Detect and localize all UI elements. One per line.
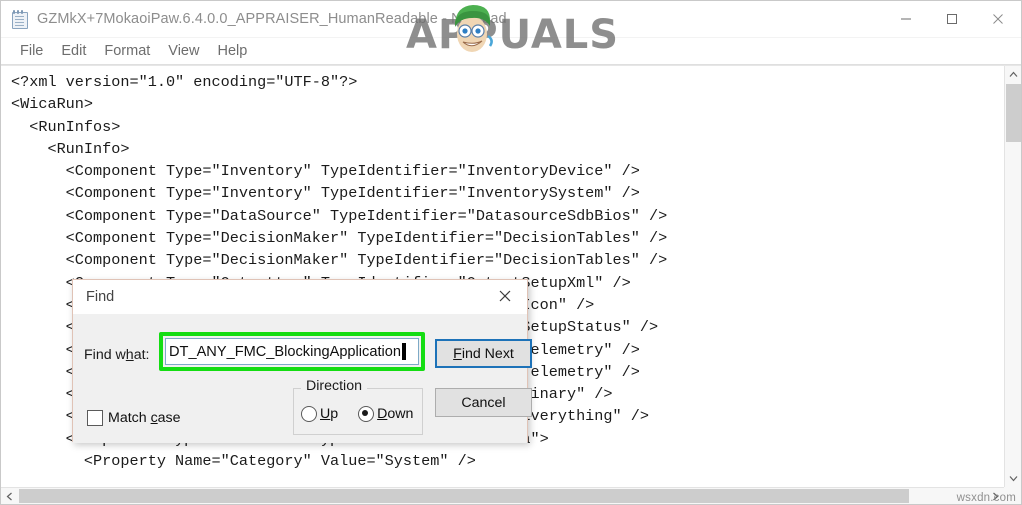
maximize-icon <box>947 14 957 24</box>
find-what-label: Find what: <box>84 347 150 363</box>
vertical-scroll-thumb[interactable] <box>1006 84 1021 142</box>
scroll-down-button[interactable] <box>1005 470 1021 487</box>
window-title: GZMkX+7MokaoiPaw.6.4.0.0_APPRAISER_Human… <box>37 11 507 27</box>
vertical-scrollbar[interactable] <box>1004 66 1021 487</box>
radio-up-icon <box>301 406 317 422</box>
editor-area[interactable]: <?xml version="1.0" encoding="UTF-8"?> <… <box>1 65 1021 504</box>
menu-item-file[interactable]: File <box>11 41 52 61</box>
minimize-button[interactable] <box>883 1 929 37</box>
radio-down-icon <box>358 406 375 422</box>
menu-item-edit[interactable]: Edit <box>52 41 95 61</box>
radio-down-label: Down <box>377 406 414 422</box>
title-bar: GZMkX+7MokaoiPaw.6.4.0.0_APPRAISER_Human… <box>1 1 1021 38</box>
direction-group-label: Direction <box>301 378 367 394</box>
menu-item-help[interactable]: Help <box>208 41 256 61</box>
screenshot-root: GZMkX+7MokaoiPaw.6.4.0.0_APPRAISER_Human… <box>0 0 1022 505</box>
find-what-value: DT_ANY_FMC_BlockingApplication <box>169 343 401 360</box>
maximize-button[interactable] <box>929 1 975 37</box>
horizontal-scroll-thumb[interactable] <box>19 489 909 503</box>
scroll-right-button[interactable] <box>987 488 1004 504</box>
direction-radio-group: Up Down <box>301 406 413 422</box>
window-controls <box>883 1 1021 37</box>
match-case-checkbox-row[interactable]: Match case <box>87 410 181 426</box>
scroll-left-button[interactable] <box>1 488 18 504</box>
chevron-right-icon <box>993 492 999 500</box>
chevron-up-icon <box>1009 71 1018 77</box>
menu-item-view[interactable]: View <box>159 41 208 61</box>
find-dialog-close-button[interactable] <box>487 282 523 310</box>
find-dialog: Find Find what: DT_ANY_FMC_BlockingAppli… <box>72 279 532 443</box>
chevron-left-icon <box>6 492 12 500</box>
notepad-icon <box>11 10 29 29</box>
notepad-window: GZMkX+7MokaoiPaw.6.4.0.0_APPRAISER_Human… <box>0 0 1022 505</box>
menu-bar: File Edit Format View Help <box>1 38 1021 65</box>
match-case-label: Match case <box>108 410 181 426</box>
radio-direction-up[interactable]: Up <box>301 406 338 422</box>
radio-direction-down[interactable]: Down <box>358 406 413 422</box>
find-next-button[interactable]: Find Next <box>435 339 532 368</box>
find-dialog-title: Find <box>86 289 115 305</box>
close-icon <box>499 290 511 302</box>
menu-item-format[interactable]: Format <box>95 41 159 61</box>
text-caret <box>401 343 406 360</box>
horizontal-scrollbar[interactable] <box>1 487 1021 504</box>
cancel-button[interactable]: Cancel <box>435 388 532 417</box>
chevron-down-icon <box>1009 476 1018 482</box>
match-case-checkbox[interactable] <box>87 410 103 426</box>
scroll-up-button[interactable] <box>1005 66 1021 83</box>
close-icon <box>993 14 1003 24</box>
find-what-input[interactable]: DT_ANY_FMC_BlockingApplication <box>165 338 419 365</box>
cancel-label: Cancel <box>461 394 506 411</box>
minimize-icon <box>901 18 911 20</box>
radio-up-label: Up <box>320 406 339 422</box>
find-next-label: Find Next <box>453 345 514 362</box>
close-button[interactable] <box>975 1 1021 37</box>
scrollbar-corner <box>1004 487 1021 504</box>
find-dialog-body: Find what: DT_ANY_FMC_BlockingApplicatio… <box>73 314 532 443</box>
find-dialog-title-bar: Find <box>73 280 527 314</box>
